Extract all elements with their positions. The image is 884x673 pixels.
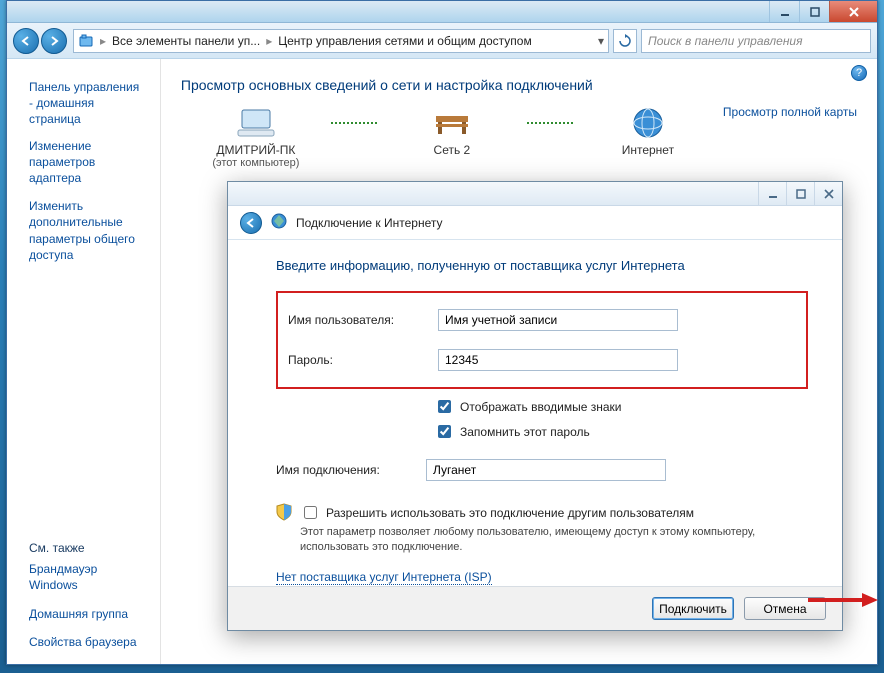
sidebar-link-homegroup[interactable]: Домашняя группа <box>29 606 146 622</box>
username-label: Имя пользователя: <box>288 313 438 327</box>
see-also-heading: См. также <box>29 527 146 555</box>
sidebar-link-adapter[interactable]: Изменение параметров адаптера <box>29 138 146 187</box>
remember-password-checkbox[interactable] <box>438 425 451 438</box>
remember-password-label: Запомнить этот пароль <box>460 425 590 439</box>
sidebar-link-sharing[interactable]: Изменить дополнительные параметры общего… <box>29 198 146 263</box>
dialog-app-icon <box>270 212 288 233</box>
node-label: Сеть 2 <box>377 143 527 157</box>
password-input[interactable] <box>438 349 678 371</box>
breadcrumb-sep: ▸ <box>98 34 108 48</box>
dialog-content: Введите информацию, полученную от постав… <box>228 240 842 597</box>
dialog-heading: Введите информацию, полученную от постав… <box>276 258 808 273</box>
bench-icon <box>377 105 527 141</box>
node-label: ДМИТРИЙ-ПК <box>181 143 331 157</box>
show-password-label: Отображать вводимые знаки <box>460 400 621 414</box>
highlighted-form-block: Имя пользователя: Пароль: <box>276 291 808 389</box>
dialog-close-button[interactable] <box>814 182 842 205</box>
allow-users-checkbox-row: Разрешить использовать это подключение д… <box>300 503 790 522</box>
show-password-checkbox[interactable] <box>438 400 451 413</box>
connect-internet-dialog: Подключение к Интернету Введите информац… <box>227 181 843 631</box>
breadcrumb-1[interactable]: Все элементы панели уп... <box>112 34 260 48</box>
side-pane: Панель управления - домашняя страница Из… <box>7 59 161 664</box>
show-password-row: Отображать вводимые знаки <box>434 397 808 416</box>
connection-name-label: Имя подключения: <box>276 463 426 477</box>
password-label: Пароль: <box>288 353 438 367</box>
network-map: ДМИТРИЙ-ПК (этот компьютер) Сеть 2 Интер… <box>181 105 857 169</box>
no-isp-link[interactable]: Нет поставщика услуг Интернета (ISP) <box>276 570 492 585</box>
breadcrumb-2[interactable]: Центр управления сетями и общим доступом <box>278 34 532 48</box>
refresh-button[interactable] <box>613 29 637 53</box>
help-icon[interactable]: ? <box>851 65 867 81</box>
computer-icon <box>181 105 331 141</box>
breadcrumb-sep: ▸ <box>264 34 274 48</box>
node-sublabel: (этот компьютер) <box>181 157 331 169</box>
sidebar-home-link[interactable]: Панель управления - домашняя страница <box>29 79 146 128</box>
cancel-button[interactable]: Отмена <box>744 597 826 620</box>
net-connector <box>331 105 377 141</box>
dialog-header: Подключение к Интернету <box>228 206 842 240</box>
control-panel-icon <box>78 33 94 49</box>
remember-password-row: Запомнить этот пароль <box>434 422 808 441</box>
window-titlebar <box>7 1 877 23</box>
search-input[interactable]: Поиск в панели управления <box>641 29 871 53</box>
address-bar[interactable]: ▸ Все элементы панели уп... ▸ Центр упра… <box>73 29 609 53</box>
maximize-button[interactable] <box>799 1 829 22</box>
dialog-maximize-button[interactable] <box>786 182 814 205</box>
allow-users-row: Разрешить использовать это подключение д… <box>276 503 808 556</box>
node-this-pc: ДМИТРИЙ-ПК (этот компьютер) <box>181 105 331 169</box>
dropdown-icon[interactable]: ▾ <box>598 34 604 48</box>
connection-name-input[interactable] <box>426 459 666 481</box>
dialog-title: Подключение к Интернету <box>296 216 443 230</box>
sidebar-link-firewall[interactable]: Брандмауэр Windows <box>29 561 146 593</box>
username-row: Имя пользователя: <box>288 309 796 331</box>
view-full-map-link[interactable]: Просмотр полной карты <box>723 105 857 119</box>
control-panel-window: ▸ Все элементы панели уп... ▸ Центр упра… <box>6 0 878 665</box>
allow-users-description: Этот параметр позволяет любому пользоват… <box>300 525 790 556</box>
explorer-navbar: ▸ Все элементы панели уп... ▸ Центр упра… <box>7 23 877 59</box>
nav-buttons <box>13 28 69 54</box>
node-internet: Интернет <box>573 105 723 157</box>
username-input[interactable] <box>438 309 678 331</box>
dialog-footer: Подключить Отмена <box>228 586 842 630</box>
allow-users-checkbox[interactable] <box>304 506 317 519</box>
connect-button[interactable]: Подключить <box>652 597 734 620</box>
connection-name-row: Имя подключения: <box>276 459 808 481</box>
net-connector <box>527 105 573 141</box>
dialog-minimize-button[interactable] <box>758 182 786 205</box>
dialog-back-button[interactable] <box>240 212 262 234</box>
page-title: Просмотр основных сведений о сети и наст… <box>181 77 857 93</box>
minimize-button[interactable] <box>769 1 799 22</box>
allow-users-label: Разрешить использовать это подключение д… <box>326 506 694 520</box>
password-row: Пароль: <box>288 349 796 371</box>
forward-button[interactable] <box>41 28 67 54</box>
close-button[interactable] <box>829 1 877 22</box>
globe-icon <box>573 105 723 141</box>
node-network: Сеть 2 <box>377 105 527 157</box>
search-placeholder: Поиск в панели управления <box>648 34 803 48</box>
node-label: Интернет <box>573 143 723 157</box>
shield-icon <box>276 503 292 524</box>
dialog-titlebar <box>228 182 842 206</box>
back-button[interactable] <box>13 28 39 54</box>
sidebar-link-browser[interactable]: Свойства браузера <box>29 634 146 650</box>
